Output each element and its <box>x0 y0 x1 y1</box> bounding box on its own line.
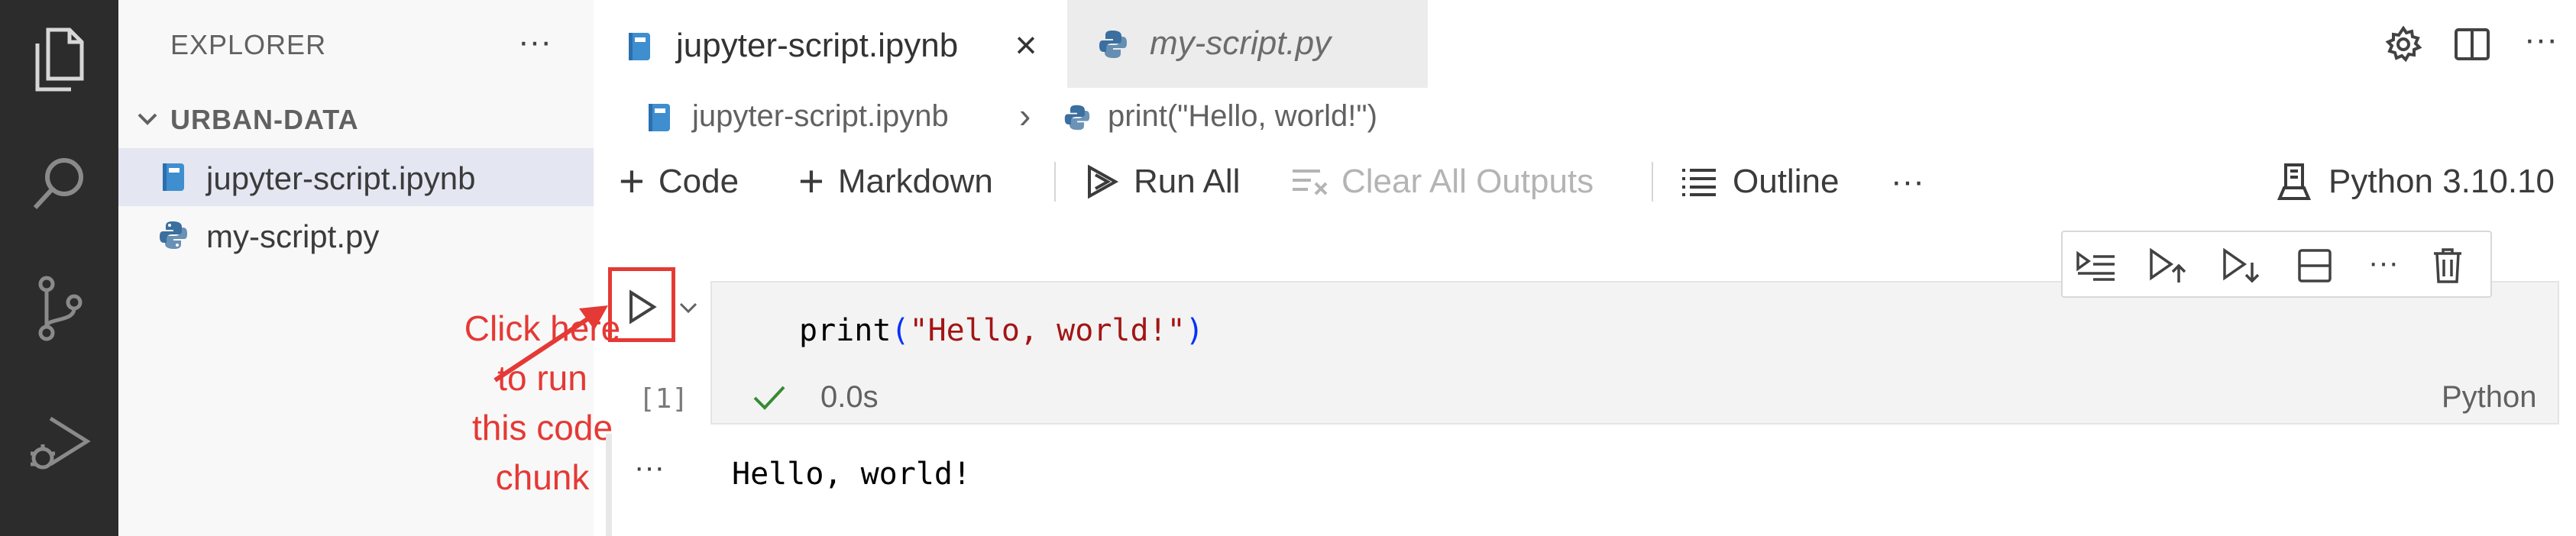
file-label: jupyter-script.ipynb <box>206 160 476 196</box>
file-item-notebook[interactable]: jupyter-script.ipynb <box>118 148 594 206</box>
outline-label: Outline <box>1733 163 1840 200</box>
chevron-down-icon[interactable] <box>677 296 700 319</box>
explorer-title: EXPLORER <box>170 29 327 60</box>
search-icon[interactable] <box>21 145 98 221</box>
plus-icon: + <box>798 157 824 206</box>
annotation-line: chunk <box>495 457 590 497</box>
outline-button[interactable]: Outline <box>1681 159 1839 205</box>
breadcrumb-file[interactable]: jupyter-script.ipynb <box>692 99 949 134</box>
notebook-icon <box>624 30 655 63</box>
add-code-button[interactable]: + Code <box>619 159 739 205</box>
annotation-arrow <box>494 305 608 383</box>
file-item-python[interactable]: my-script.py <box>118 206 594 264</box>
add-markdown-button[interactable]: + Markdown <box>798 159 993 205</box>
tab-jupyter-script[interactable]: jupyter-script.ipynb × <box>594 0 1067 90</box>
run-debug-icon[interactable] <box>21 405 98 481</box>
output-more-button[interactable]: ··· <box>634 450 665 485</box>
code-paren-open: ( <box>891 313 910 348</box>
output-focus-bar <box>606 434 612 536</box>
chevron-down-icon[interactable] <box>132 104 163 134</box>
activity-bar <box>0 0 118 536</box>
explorer-icon[interactable] <box>21 21 98 98</box>
python-icon <box>1098 27 1128 61</box>
clear-all-outputs-button[interactable]: Clear All Outputs <box>1291 159 1594 205</box>
toolbar-divider <box>1652 162 1653 202</box>
explorer-more-button[interactable]: ··· <box>512 23 558 61</box>
add-code-label: Code <box>658 163 739 200</box>
cell-toolbar: ··· <box>2061 231 2492 298</box>
code-function: print <box>799 313 892 348</box>
code-string: "Hello, world!" <box>909 313 1186 348</box>
notebook-icon <box>158 162 189 192</box>
kernel-label: Python 3.10.10 <box>2328 163 2555 200</box>
execution-duration: 0.0s <box>820 380 879 414</box>
run-all-button[interactable]: Run All <box>1085 159 1240 205</box>
explorer-panel: EXPLORER ··· URBAN-DATA jupyter-script.i… <box>118 0 620 536</box>
run-all-icon <box>1088 164 1119 199</box>
cell-more-icon[interactable]: ··· <box>2361 241 2406 284</box>
notebook-icon <box>644 101 675 134</box>
breadcrumb-symbol[interactable]: print("Hello, world!") <box>1108 99 1377 134</box>
execution-count: [1] <box>639 383 689 415</box>
list-icon <box>1682 169 1716 196</box>
execute-above-icon[interactable] <box>2147 244 2189 287</box>
cell-output: Hello, world! <box>732 457 972 492</box>
clear-all-label: Clear All Outputs <box>1341 163 1594 200</box>
split-cell-icon[interactable] <box>2293 244 2336 287</box>
python-icon <box>158 220 189 250</box>
code-cell-editor[interactable] <box>710 281 2559 425</box>
execute-below-icon[interactable] <box>2220 244 2263 287</box>
clear-all-icon <box>1293 170 1328 195</box>
plus-icon: + <box>619 157 645 206</box>
source-control-icon[interactable] <box>21 270 98 347</box>
tab-label: my-script.py <box>1150 24 1332 62</box>
python-icon <box>1062 102 1092 133</box>
run-by-line-icon[interactable] <box>2075 244 2118 287</box>
play-icon <box>629 289 657 325</box>
more-actions-icon[interactable]: ··· <box>2518 17 2564 63</box>
folder-name[interactable]: URBAN-DATA <box>170 104 359 136</box>
toolbar-divider <box>1054 162 1056 202</box>
code-paren-close: ) <box>1185 313 1204 348</box>
kernel-picker[interactable]: Python 3.10.10 <box>2277 159 2555 205</box>
delete-cell-icon[interactable] <box>2426 244 2469 287</box>
settings-gear-icon[interactable] <box>2382 23 2425 66</box>
add-markdown-label: Markdown <box>837 163 993 200</box>
toolbar-more-button[interactable]: ··· <box>1891 159 1924 205</box>
tab-my-script[interactable]: my-script.py <box>1067 0 1428 88</box>
check-icon <box>750 379 788 417</box>
breadcrumb-separator: › <box>1019 95 1031 135</box>
cell-language[interactable]: Python <box>2442 380 2537 415</box>
kernel-icon <box>2277 163 2312 200</box>
split-editor-icon[interactable] <box>2451 23 2493 66</box>
close-icon[interactable]: × <box>1006 25 1046 65</box>
tab-label: jupyter-script.ipynb <box>676 27 959 64</box>
run-all-label: Run All <box>1134 163 1241 200</box>
code-line[interactable]: print("Hello, world!") <box>799 313 1204 348</box>
run-cell-button[interactable] <box>619 284 665 330</box>
file-label: my-script.py <box>206 218 380 254</box>
annotation-line: this code <box>471 408 613 447</box>
